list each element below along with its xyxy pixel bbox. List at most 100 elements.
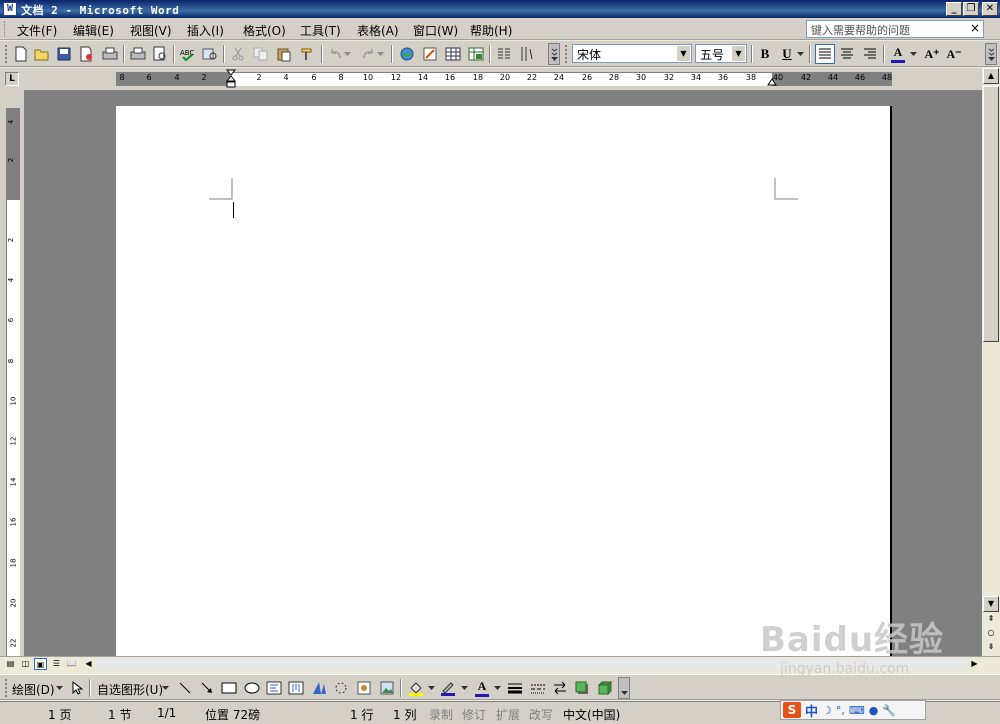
permission-icon[interactable] <box>76 44 96 64</box>
clip-art-icon[interactable] <box>354 678 374 698</box>
close-icon[interactable]: × <box>970 21 980 35</box>
new-document-icon[interactable] <box>11 44 31 64</box>
arrow-style-icon[interactable] <box>550 678 570 698</box>
help-question-input[interactable]: 键入需要帮助的问题 × <box>806 20 984 38</box>
align-right-icon[interactable] <box>860 44 880 64</box>
font-size-select[interactable]: 五号 ▼ <box>695 44 747 63</box>
chevron-down-icon[interactable]: ▼ <box>732 46 745 61</box>
chevron-down-icon[interactable]: ▼ <box>677 46 690 61</box>
next-page-icon[interactable]: ⇟ <box>983 640 999 656</box>
keyboard-icon[interactable]: ⌨ <box>849 704 865 717</box>
indent-marker-icon[interactable] <box>226 69 236 91</box>
chevron-down-icon[interactable] <box>908 44 918 64</box>
print-layout-view-icon[interactable]: ▣ <box>34 658 47 670</box>
chevron-down-icon[interactable] <box>492 678 502 698</box>
punctuation-icon[interactable]: °, <box>836 704 845 717</box>
columns-icon[interactable] <box>494 44 514 64</box>
arrow-tool-icon[interactable] <box>197 678 217 698</box>
magnifier-preview-icon[interactable] <box>150 44 170 64</box>
menu-table[interactable]: 表格(A) <box>357 22 399 39</box>
right-indent-marker-icon[interactable] <box>767 76 777 86</box>
line-color-icon[interactable] <box>438 678 458 698</box>
restore-button[interactable]: ❐ <box>963 2 979 16</box>
font-name-select[interactable]: 宋体 ▼ <box>572 44 692 63</box>
hyperlink-icon[interactable] <box>397 44 417 64</box>
scroll-right-button[interactable]: ▶ <box>968 658 981 670</box>
3d-style-icon[interactable] <box>595 678 615 698</box>
document-page[interactable] <box>116 106 892 656</box>
bold-button[interactable]: B <box>755 44 775 64</box>
status-track-changes[interactable]: 修订 <box>462 706 486 723</box>
menu-insert[interactable]: 插入(I) <box>187 22 224 39</box>
toolbar-grip[interactable] <box>565 45 568 63</box>
toolbar-grip[interactable] <box>5 45 8 63</box>
minimize-button[interactable]: _ <box>946 2 962 16</box>
chevron-down-icon[interactable] <box>426 678 436 698</box>
user-icon[interactable]: ● <box>869 704 879 717</box>
toolbar-options-chevron-icon[interactable] <box>548 43 560 65</box>
rectangle-tool-icon[interactable] <box>219 678 239 698</box>
align-center-icon[interactable] <box>837 44 857 64</box>
menu-tools[interactable]: 工具(T) <box>300 22 341 39</box>
insert-picture-icon[interactable] <box>377 678 397 698</box>
scroll-down-button[interactable]: ▼ <box>983 596 999 612</box>
status-overtype[interactable]: 改写 <box>529 706 553 723</box>
menu-help[interactable]: 帮助(H) <box>470 22 512 39</box>
spelling-icon[interactable]: ABC <box>178 44 198 64</box>
wrench-icon[interactable]: 🔧 <box>882 704 896 717</box>
diagram-icon[interactable] <box>331 678 351 698</box>
chevron-down-icon[interactable] <box>375 44 385 64</box>
shrink-font-button[interactable]: A⁻ <box>944 44 964 64</box>
line-tool-icon[interactable] <box>175 678 195 698</box>
open-folder-icon[interactable] <box>32 44 52 64</box>
moon-icon[interactable]: ☽ <box>822 704 832 717</box>
copy-icon[interactable] <box>251 44 271 64</box>
menu-file[interactable]: 文件(F) <box>17 22 57 39</box>
dash-style-icon[interactable] <box>528 678 548 698</box>
autoshapes-menu-button[interactable]: 自选图形(U) <box>97 681 163 698</box>
title-bar[interactable]: W 文档 2 - Microsoft Word _ ❐ ✕ <box>0 0 1000 18</box>
horizontal-scroll-track[interactable] <box>96 658 966 670</box>
insert-excel-icon[interactable] <box>466 44 486 64</box>
scroll-left-button[interactable]: ◀ <box>82 658 95 670</box>
vertical-ruler[interactable]: 4 2 2 4 6 8 10 12 14 16 18 20 22 <box>6 108 20 656</box>
insert-table-icon[interactable] <box>443 44 463 64</box>
menu-window[interactable]: 窗口(W) <box>413 22 458 39</box>
text-box-icon[interactable] <box>264 678 284 698</box>
scroll-thumb[interactable] <box>983 86 999 342</box>
menu-format[interactable]: 格式(O) <box>243 22 286 39</box>
tables-borders-icon[interactable] <box>420 44 440 64</box>
toolbar-options-chevron-icon[interactable] <box>618 677 630 699</box>
horizontal-ruler[interactable]: 8 6 4 2 2 4 6 8 10 12 14 16 18 20 22 24 … <box>116 69 892 88</box>
word-doc-icon[interactable]: W <box>3 2 17 16</box>
chevron-down-icon[interactable] <box>459 678 469 698</box>
outline-view-icon[interactable]: ☰ <box>50 658 63 670</box>
ime-mode-toggle[interactable]: 中 <box>805 701 818 720</box>
close-button[interactable]: ✕ <box>982 2 998 16</box>
grow-font-button[interactable]: A⁺ <box>922 44 942 64</box>
menubar-grip[interactable] <box>4 21 7 37</box>
status-extend[interactable]: 扩展 <box>496 706 520 723</box>
fill-color-icon[interactable] <box>406 678 426 698</box>
chevron-down-icon[interactable] <box>54 678 64 698</box>
format-painter-icon[interactable] <box>297 44 317 64</box>
paste-icon[interactable] <box>274 44 294 64</box>
tab-selector[interactable]: L <box>5 72 19 86</box>
normal-view-icon[interactable]: ▤ <box>4 658 17 670</box>
wordart-icon[interactable] <box>309 678 329 698</box>
font-color-button[interactable]: A <box>888 44 908 64</box>
drawing-toggle-icon[interactable] <box>517 44 537 64</box>
status-record[interactable]: 录制 <box>429 706 453 723</box>
research-icon[interactable] <box>200 44 220 64</box>
chevron-down-icon[interactable] <box>795 44 805 64</box>
reading-view-icon[interactable]: 📖 <box>65 658 78 670</box>
ime-toolbar[interactable]: S 中 ☽ °, ⌨ ● 🔧 <box>780 700 926 720</box>
chevron-down-icon[interactable] <box>342 44 352 64</box>
menu-view[interactable]: 视图(V) <box>130 22 172 39</box>
draw-menu-button[interactable]: 绘图(D) <box>12 681 55 698</box>
select-objects-icon[interactable] <box>67 678 87 698</box>
line-style-icon[interactable] <box>505 678 525 698</box>
scroll-up-button[interactable]: ▲ <box>983 68 999 84</box>
sogou-logo-icon[interactable]: S <box>783 702 801 718</box>
save-icon[interactable] <box>54 44 74 64</box>
